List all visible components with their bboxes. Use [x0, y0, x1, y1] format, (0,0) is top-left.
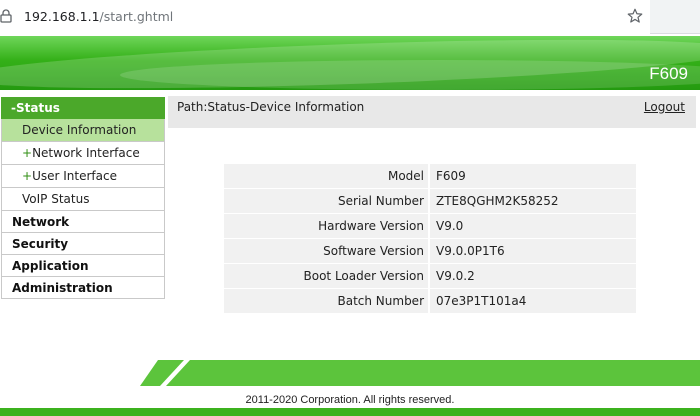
row-value: V9.0	[428, 214, 636, 239]
nav-administration[interactable]: Administration	[1, 276, 165, 299]
row-value: 07e3P1T101a4	[428, 289, 636, 314]
browser-toolbar: 192.168.1.1/start.ghtml	[0, 0, 700, 34]
url-text[interactable]: 192.168.1.1/start.ghtml	[24, 9, 173, 24]
router-header-banner: F609	[0, 36, 700, 90]
footer-green-line	[0, 408, 700, 416]
breadcrumb-bar: Path:Status-Device Information Logout	[168, 96, 696, 128]
nav-network[interactable]: Network	[1, 210, 165, 233]
table-row: Hardware Version V9.0	[224, 214, 636, 239]
model-title: F609	[649, 64, 688, 83]
row-label: Model	[224, 164, 428, 189]
row-value: F609	[428, 164, 636, 189]
row-value: V9.0.0P1T6	[428, 239, 636, 264]
row-label: Boot Loader Version	[224, 264, 428, 289]
nav-status[interactable]: -Status	[1, 97, 165, 119]
row-value: ZTE8QGHM2K58252	[428, 189, 636, 214]
footer-green-band	[140, 360, 700, 386]
not-secure-icon[interactable]	[0, 9, 12, 23]
breadcrumb: Path:Status-Device Information	[177, 100, 365, 114]
address-bar[interactable]: 192.168.1.1/start.ghtml	[0, 0, 650, 34]
sidebar-nav: -Status Device Information +Network Inte…	[1, 97, 165, 299]
copyright-text: 2011-2020 Corporation. All rights reserv…	[245, 394, 455, 406]
bookmark-star-icon[interactable]	[626, 7, 644, 25]
table-row: Model F609	[224, 164, 636, 189]
device-info-table: Model F609 Serial Number ZTE8QGHM2K58252…	[224, 164, 636, 314]
expand-plus-icon: +	[22, 146, 33, 160]
nav-user-interface[interactable]: +User Interface	[1, 165, 165, 188]
row-label: Hardware Version	[224, 214, 428, 239]
expand-plus-icon: +	[22, 169, 33, 183]
nav-voip-status[interactable]: VoIP Status	[1, 188, 165, 211]
row-value: V9.0.2	[428, 264, 636, 289]
nav-network-interface[interactable]: +Network Interface	[1, 142, 165, 165]
table-row: Batch Number 07e3P1T101a4	[224, 289, 636, 314]
table-row: Boot Loader Version V9.0.2	[224, 264, 636, 289]
nav-application[interactable]: Application	[1, 254, 165, 277]
row-label: Batch Number	[224, 289, 428, 314]
nav-device-information[interactable]: Device Information	[1, 119, 165, 142]
row-label: Serial Number	[224, 189, 428, 214]
nav-security[interactable]: Security	[1, 232, 165, 255]
row-label: Software Version	[224, 239, 428, 264]
table-row: Software Version V9.0.0P1T6	[224, 239, 636, 264]
logout-link[interactable]: Logout	[644, 100, 685, 114]
table-row: Serial Number ZTE8QGHM2K58252	[224, 189, 636, 214]
